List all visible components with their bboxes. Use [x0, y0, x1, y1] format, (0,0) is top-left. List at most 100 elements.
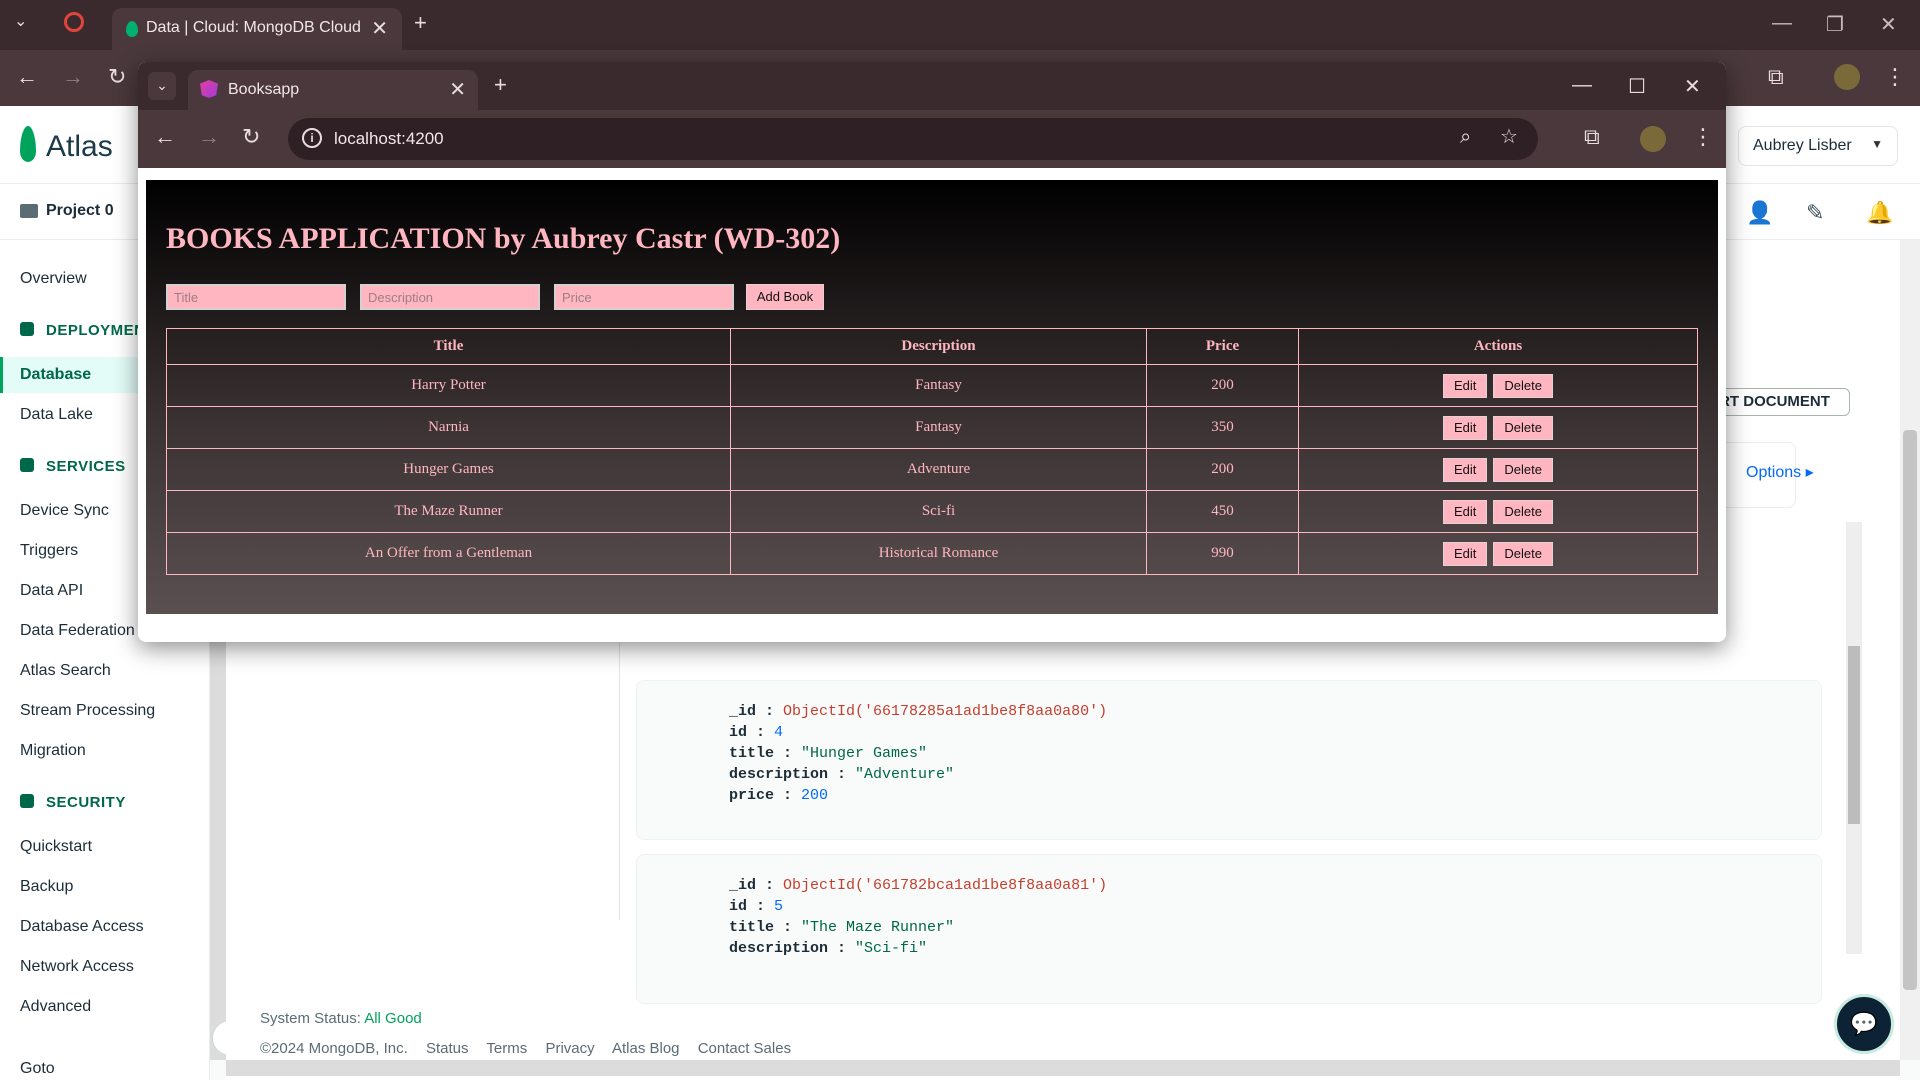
delete-button[interactable]: Delete — [1493, 541, 1553, 566]
goto-link[interactable]: Goto — [20, 1060, 55, 1078]
delete-button[interactable]: Delete — [1493, 415, 1553, 440]
field-separator: : — [747, 724, 775, 741]
footer-link-privacy[interactable]: Privacy — [545, 1040, 594, 1057]
footer-link-atlas-blog[interactable]: Atlas Blog — [612, 1040, 680, 1057]
doc-field-description: description : "Sci-fi" — [729, 940, 927, 957]
add-book-button[interactable]: Add Book — [746, 284, 824, 310]
horizontal-scrollbar[interactable] — [226, 1060, 1900, 1076]
page-scroll-thumb[interactable] — [1903, 430, 1917, 990]
zoom-icon[interactable]: ⌕ — [1460, 127, 1471, 147]
app-icon[interactable] — [64, 12, 84, 32]
minimize-icon[interactable]: — — [1572, 74, 1592, 97]
options-link[interactable]: Options ▸ — [1746, 462, 1814, 482]
site-info-icon[interactable]: i — [302, 128, 322, 148]
edit-button[interactable]: Edit — [1443, 373, 1488, 398]
new-tab-button[interactable]: + — [414, 12, 427, 34]
sidebar-item-network-access[interactable]: Network Access — [20, 958, 134, 976]
more-menu-icon[interactable]: ⋮ — [1884, 66, 1906, 88]
user-menu[interactable]: Aubrey Lisber ▼ — [1738, 126, 1898, 166]
lock-icon — [20, 794, 34, 808]
back-icon[interactable]: ← — [154, 126, 176, 148]
sidebar-item-data-api[interactable]: Data API — [20, 582, 83, 600]
sidebar-item-atlas-search[interactable]: Atlas Search — [20, 662, 111, 680]
sidebar-item-advanced[interactable]: Advanced — [20, 998, 91, 1016]
forward-icon[interactable]: → — [62, 66, 84, 88]
sidebar-item-migration[interactable]: Migration — [20, 742, 86, 760]
sidebar-item-triggers[interactable]: Triggers — [20, 542, 78, 560]
column-header-price: Price — [1146, 328, 1299, 365]
notifications-bell-icon[interactable]: 🔔 — [1866, 200, 1893, 226]
back-icon[interactable]: ← — [16, 66, 38, 88]
invite-user-icon[interactable]: 👤 — [1746, 200, 1773, 226]
tab-search-icon[interactable]: ⌄ — [148, 72, 176, 100]
reload-icon[interactable]: ↻ — [242, 126, 260, 148]
edit-button[interactable]: Edit — [1443, 499, 1488, 524]
more-menu-icon[interactable]: ⋮ — [1692, 126, 1714, 148]
field-key: _id — [729, 703, 757, 720]
outer-tab-mongodb[interactable]: Data | Cloud: MongoDB Cloud ✕ — [112, 8, 402, 50]
document-card[interactable]: _id : ObjectId('66178285a1ad1be8f8aa0a80… — [636, 680, 1822, 840]
field-separator: : — [774, 745, 802, 762]
activity-icon[interactable]: ✎ — [1806, 200, 1824, 226]
cell-actions: Edit Delete — [1298, 490, 1698, 533]
maximize-icon[interactable]: ☐ — [1628, 74, 1646, 99]
footer-link-contact-sales[interactable]: Contact Sales — [698, 1040, 791, 1057]
reload-icon[interactable]: ↻ — [108, 66, 126, 88]
project-breadcrumb[interactable]: Project 0 — [46, 202, 114, 220]
title-input[interactable] — [166, 284, 346, 310]
sidebar-item-device-sync[interactable]: Device Sync — [20, 502, 109, 520]
documents-scroll-thumb[interactable] — [1848, 646, 1860, 824]
cell-price: 200 — [1146, 364, 1299, 407]
sidebar-item-database-access[interactable]: Database Access — [20, 918, 144, 936]
close-tab-icon[interactable]: ✕ — [449, 77, 466, 102]
status-value[interactable]: All Good — [364, 1010, 422, 1027]
delete-button[interactable]: Delete — [1493, 373, 1553, 398]
sidebar-item-stream-processing[interactable]: Stream Processing — [20, 702, 155, 720]
doc-field-_id: _id : ObjectId('661782bca1ad1be8f8aa0a81… — [729, 877, 1107, 894]
field-separator: : — [828, 766, 856, 783]
tab-search-icon[interactable]: ⌄ — [14, 14, 27, 30]
cell-actions: Edit Delete — [1298, 364, 1698, 407]
edit-button[interactable]: Edit — [1443, 457, 1488, 482]
bookmark-star-icon[interactable]: ☆ — [1500, 127, 1518, 147]
sidebar-item-quickstart[interactable]: Quickstart — [20, 838, 92, 856]
price-input[interactable] — [554, 284, 734, 310]
sidebar-item-database[interactable]: Database — [20, 366, 91, 384]
document-card[interactable]: _id : ObjectId('661782bca1ad1be8f8aa0a81… — [636, 854, 1822, 1004]
sidebar-item-overview[interactable]: Overview — [20, 270, 87, 288]
edit-button[interactable]: Edit — [1443, 541, 1488, 566]
field-key: _id — [729, 877, 757, 894]
description-input[interactable] — [360, 284, 540, 310]
delete-button[interactable]: Delete — [1493, 499, 1553, 524]
sidebar-item-data-federation[interactable]: Data Federation — [20, 622, 135, 640]
section-label: SECURITY — [46, 794, 126, 811]
delete-button[interactable]: Delete — [1493, 457, 1553, 482]
chevron-down-icon: ▼ — [1871, 137, 1883, 151]
close-window-icon[interactable]: ✕ — [1684, 74, 1701, 99]
popup-tab-booksapp[interactable]: Booksapp ✕ — [188, 70, 478, 110]
minimize-icon[interactable]: — — [1772, 12, 1792, 35]
footer-link-status[interactable]: Status — [426, 1040, 469, 1057]
atlas-logo[interactable]: Atlas — [46, 130, 113, 164]
new-tab-button[interactable]: + — [494, 74, 507, 96]
extensions-icon[interactable]: ⧉ — [1768, 66, 1784, 88]
edit-button[interactable]: Edit — [1443, 415, 1488, 440]
address-bar[interactable]: i localhost:4200 ⌕ ☆ — [288, 118, 1538, 160]
close-tab-icon[interactable]: ✕ — [371, 16, 388, 41]
popup-toolbar: ← → ↻ i localhost:4200 ⌕ ☆ ⧉ ⋮ — [138, 110, 1726, 168]
forward-icon[interactable]: → — [198, 126, 220, 148]
doc-field-_id: _id : ObjectId('66178285a1ad1be8f8aa0a80… — [729, 703, 1107, 720]
extensions-icon[interactable]: ⧉ — [1584, 126, 1600, 148]
table-row: Harry Potter Fantasy 200 Edit Delete — [166, 364, 1698, 407]
restore-icon[interactable]: ❐ — [1826, 12, 1844, 37]
chat-assistant-icon[interactable]: 💬 — [1834, 994, 1894, 1054]
field-value: ObjectId('66178285a1ad1be8f8aa0a80') — [783, 703, 1108, 720]
footer-link-terms[interactable]: Terms — [486, 1040, 527, 1057]
field-separator: : — [756, 877, 784, 894]
sidebar-item-backup[interactable]: Backup — [20, 878, 73, 896]
profile-avatar[interactable] — [1834, 64, 1860, 90]
sidebar-item-data-lake[interactable]: Data Lake — [20, 406, 93, 424]
close-window-icon[interactable]: ✕ — [1880, 12, 1897, 37]
profile-avatar[interactable] — [1640, 126, 1666, 152]
outer-tab-strip: ⌄ Data | Cloud: MongoDB Cloud ✕ + — ❐ ✕ — [0, 0, 1920, 50]
